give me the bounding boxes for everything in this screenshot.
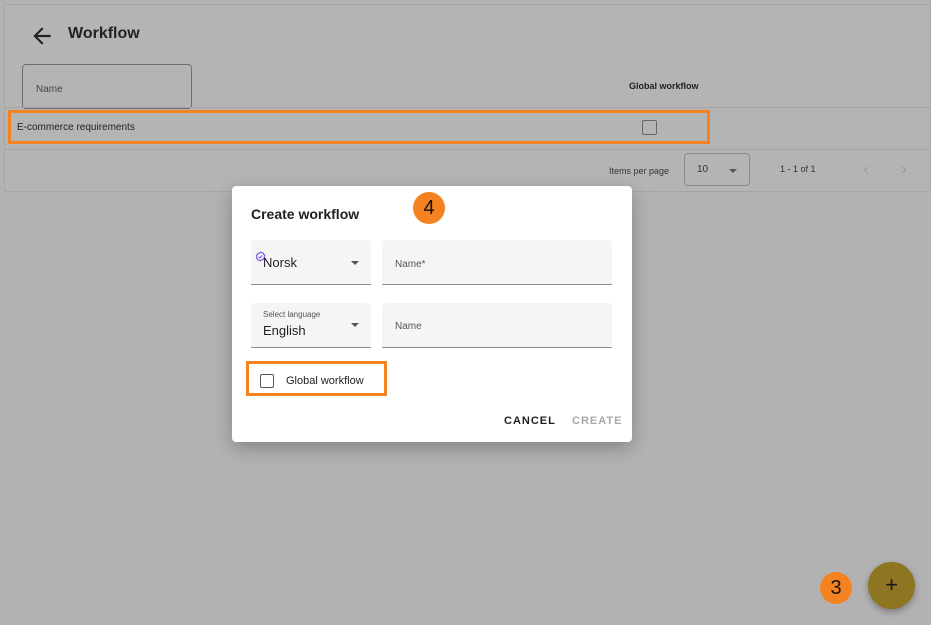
create-workflow-dialog: Create workflow Norsk Name* Select langu… [232, 186, 632, 442]
cancel-button[interactable]: CANCEL [504, 415, 556, 427]
primary-language-select[interactable]: Norsk [251, 240, 371, 285]
name-required-input[interactable]: Name* [382, 240, 612, 285]
global-workflow-checkbox[interactable] [642, 120, 657, 135]
items-per-page-label: Items per page [609, 166, 670, 176]
page-size-select[interactable]: 10 [684, 153, 750, 186]
name-label: Name [395, 321, 422, 332]
name-input[interactable]: Name [382, 303, 612, 348]
dialog-title: Create workflow [251, 206, 360, 222]
add-workflow-button[interactable]: + [868, 562, 915, 609]
row-divider [4, 149, 931, 150]
chevron-right-icon[interactable] [897, 163, 911, 177]
name-filter-placeholder: Name [36, 84, 63, 95]
global-workflow-label: Global workflow [286, 375, 364, 387]
table-row[interactable]: E-commerce requirements [8, 110, 710, 144]
chevron-down-icon [351, 323, 359, 327]
global-workflow-option[interactable]: Global workflow [246, 361, 387, 396]
name-filter-input[interactable]: Name [22, 64, 192, 109]
chevron-left-icon[interactable] [859, 163, 873, 177]
page-title: Workflow [68, 25, 140, 42]
column-header-global-workflow: Global workflow [629, 81, 699, 91]
pagination-range: 1 - 1 of 1 [780, 164, 816, 174]
select-language-label: Select language [263, 310, 321, 319]
workflow-name-cell: E-commerce requirements [17, 122, 135, 133]
name-required-label: Name* [395, 259, 426, 270]
chevron-down-icon [729, 169, 737, 173]
create-button[interactable]: CREATE [572, 415, 622, 427]
secondary-language-select[interactable]: Select language English [251, 303, 371, 348]
arrow-left-icon[interactable] [29, 23, 55, 49]
primary-language-value: Norsk [263, 255, 297, 270]
row-divider [4, 107, 931, 108]
page-size-value: 10 [697, 164, 709, 175]
global-workflow-checkbox[interactable] [260, 374, 274, 388]
step-badge-3: 3 [820, 572, 852, 604]
step-badge-4: 4 [413, 192, 445, 224]
secondary-language-value: English [263, 323, 306, 338]
chevron-down-icon [351, 261, 359, 265]
